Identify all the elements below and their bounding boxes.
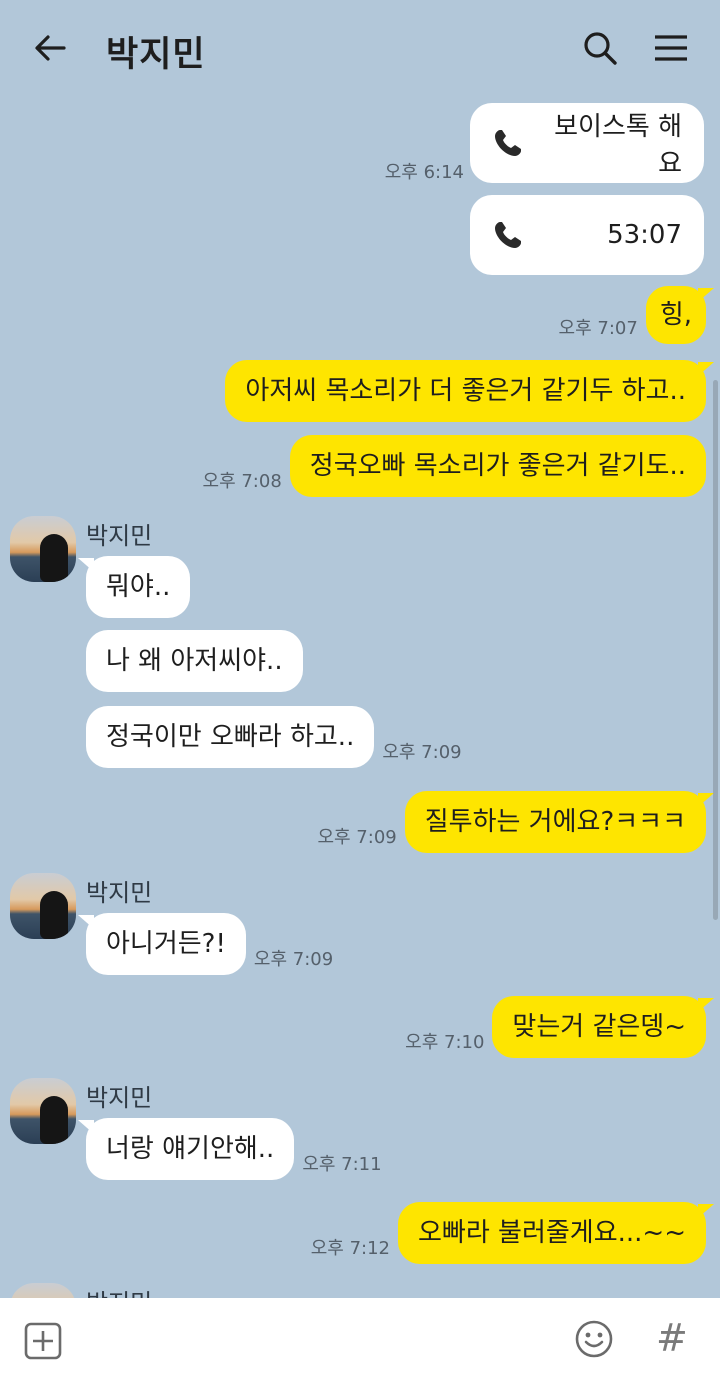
search-icon[interactable]: [580, 28, 620, 68]
avatar[interactable]: [10, 516, 76, 582]
their-message-bubble[interactable]: 나 왜 아저씨야..: [86, 630, 303, 692]
sender-name: 박지민: [86, 522, 153, 550]
message-time: 오후 7:10: [405, 1032, 485, 1053]
sender-name: 박지민: [86, 1283, 152, 1298]
avatar[interactable]: [10, 873, 76, 939]
message-input-bar: #: [0, 1298, 720, 1382]
their-message-bubble[interactable]: 아니거든?!: [78, 913, 246, 975]
message-time: 오후 7:12: [310, 1238, 390, 1259]
plus-square-icon[interactable]: [24, 1322, 62, 1360]
my-message-bubble[interactable]: 정국오빠 목소리가 좋은거 같기도..: [289, 435, 706, 497]
smiley-icon[interactable]: [574, 1319, 614, 1359]
message-time: 오후 6:14: [384, 162, 464, 183]
my-message-bubble[interactable]: 질투하는 거에요?ㅋㅋㅋ: [404, 791, 715, 853]
sender-name: 박지민: [86, 879, 153, 907]
my-message-bubble[interactable]: 맞는거 같은뎅~: [492, 996, 714, 1058]
their-message-bubble[interactable]: 뭐야..: [77, 556, 191, 618]
message-time: 오후 7:09: [317, 827, 397, 848]
chat-title: 박지민: [106, 35, 206, 75]
my-message-bubble[interactable]: 오빠라 불러줄게요...~~: [398, 1202, 714, 1264]
avatar[interactable]: [10, 1078, 76, 1144]
message-time: 오후 7:09: [253, 949, 334, 970]
chat-header: 박지민: [0, 0, 720, 98]
my-message-bubble[interactable]: 아저씨 목소리가 더 좋은거 같기두 하고..: [225, 360, 714, 422]
avatar[interactable]: [10, 1283, 76, 1298]
arrow-left-icon[interactable]: [30, 28, 70, 68]
voice-call-text: 보이스톡 해요: [554, 112, 682, 179]
their-message-bubble[interactable]: 정국이만 오빠라 하고..: [86, 706, 375, 768]
scrollbar[interactable]: [713, 380, 718, 920]
voice-call-duration: 53:07: [607, 220, 682, 250]
phone-icon: [495, 222, 521, 248]
my-message-bubble[interactable]: 힝,: [645, 286, 715, 344]
phone-icon: [495, 130, 521, 156]
their-message-bubble[interactable]: 너랑 얘기안해..: [77, 1118, 295, 1180]
message-time: 오후 7:11: [302, 1154, 382, 1175]
hashtag-search-button[interactable]: #: [656, 1316, 688, 1360]
voice-call-duration-bubble[interactable]: 53:07: [470, 195, 704, 275]
message-time: 오후 7:09: [382, 742, 462, 763]
sender-name: 박지민: [86, 1084, 153, 1112]
message-time: 오후 7:08: [202, 471, 282, 492]
hamburger-menu-icon[interactable]: [651, 28, 691, 68]
voice-call-bubble[interactable]: 보이스톡 해요: [470, 103, 704, 183]
chat-message-list[interactable]: 오후 6:14 보이스톡 해요 53:07 오후 7:07 힝, 아저씨 목소리…: [0, 98, 720, 1298]
message-time: 오후 7:07: [558, 318, 638, 339]
